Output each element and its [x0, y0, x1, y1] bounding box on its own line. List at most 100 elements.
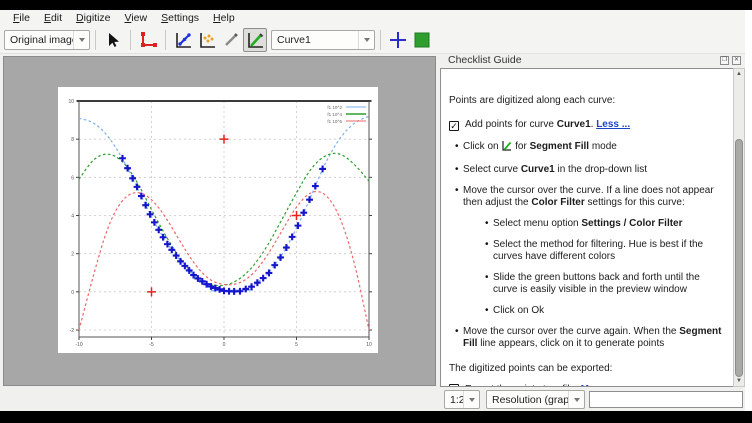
- status-value-field[interactable]: [589, 391, 743, 408]
- point-style-indicator: [386, 28, 410, 52]
- checklist-text-segment: Move the cursor over the curve again. Wh…: [463, 326, 679, 337]
- digitized-point-marker: [129, 175, 136, 182]
- scrollbar-thumb[interactable]: [735, 139, 743, 377]
- checklist-text-segment: Select menu option: [493, 218, 581, 229]
- checklist-text-segment: Slide the green buttons back and forth u…: [493, 272, 700, 295]
- scroll-up-icon[interactable]: ▲: [734, 69, 744, 79]
- toolbar-separator: [130, 30, 131, 50]
- bullet-icon: •: [485, 305, 493, 317]
- zoom-level-combo[interactable]: 1:2: [444, 390, 480, 409]
- checklist-text-segment: mode: [589, 141, 617, 152]
- digitized-point-marker: [155, 226, 162, 233]
- checklist-text: •Click on Ok: [449, 305, 725, 317]
- checklist-text-segment: The digitized points can be exported:: [449, 363, 612, 374]
- checklist-text: Points are digitized along each curve:: [449, 95, 725, 107]
- digitized-point-marker: [124, 165, 131, 172]
- svg-text:-2: -2: [70, 328, 75, 334]
- checklist-scrollbar[interactable]: ▲ ▼: [733, 68, 745, 387]
- checklist-text: •Move the cursor over the curve. If a li…: [449, 185, 725, 209]
- bullet-icon: •: [455, 141, 463, 153]
- checklist-text: •Move the cursor over the curve again. W…: [449, 326, 725, 350]
- toolbar-separator: [165, 30, 166, 50]
- digitized-point-marker: [142, 202, 149, 209]
- menu-view[interactable]: View: [118, 11, 155, 25]
- digitized-point-marker: [283, 244, 290, 251]
- toolbar: Original image: [0, 26, 745, 54]
- point-match-tool-button[interactable]: [195, 28, 219, 52]
- digitized-point-marker: [151, 219, 158, 226]
- color-picker-icon: [221, 30, 241, 50]
- axis-point-marker: [147, 287, 156, 296]
- svg-text:-10: -10: [75, 342, 82, 348]
- checklist-text-segment: line appears, click on it to generate po…: [477, 338, 664, 349]
- digitized-point-marker: [134, 183, 141, 190]
- checklist-guide-content: Points are digitized along each curve:✓A…: [440, 68, 734, 387]
- checklist-text-segment: Select curve: [463, 164, 521, 175]
- close-panel-icon[interactable]: ✕: [732, 56, 741, 65]
- checklist-text-segment: Select the method for filtering. Hue is …: [493, 239, 703, 262]
- svg-text:10: 10: [68, 99, 74, 105]
- digitized-point-marker: [248, 283, 255, 290]
- toolbar-separator: [380, 30, 381, 50]
- checked-checkbox-icon[interactable]: ✓: [449, 121, 459, 131]
- screenshot-root: File Edit Digitize View Settings Help Or…: [0, 0, 752, 423]
- point-match-icon: [197, 30, 217, 50]
- checklist-link[interactable]: Less ...: [596, 119, 630, 130]
- checklist-text-segment: settings for this curve:: [585, 197, 685, 208]
- segment-fill-icon: [245, 30, 265, 50]
- menu-bar: File Edit Digitize View Settings Help: [0, 10, 745, 26]
- background-selector-combo[interactable]: Original image: [4, 30, 90, 50]
- checklist-text: •Select curve Curve1 in the drop-down li…: [449, 164, 725, 176]
- legend-label: f1 10^2: [327, 105, 342, 110]
- status-view-value: Resolution (graph):: [487, 394, 568, 406]
- checklist-text: •Click on for Segment Fill mode: [449, 140, 725, 155]
- svg-text:5: 5: [295, 342, 298, 348]
- svg-text:10: 10: [366, 342, 372, 348]
- line-style-indicator: [410, 28, 434, 52]
- svg-text:4: 4: [71, 214, 74, 220]
- menu-digitize[interactable]: Digitize: [69, 11, 117, 25]
- digitized-point-marker: [306, 196, 313, 203]
- axis-point-icon: [138, 30, 158, 50]
- curve-selector-value: Curve1: [272, 34, 358, 46]
- menu-help[interactable]: Help: [206, 11, 242, 25]
- checklist-text-segment: Click on Ok: [493, 305, 544, 316]
- color-picker-tool-button[interactable]: [219, 28, 243, 52]
- digitized-point-marker: [277, 254, 284, 261]
- svg-text:0: 0: [71, 290, 74, 296]
- checklist-text-segment: Color Filter: [531, 197, 584, 208]
- toolbar-separator: [95, 30, 96, 50]
- menu-settings[interactable]: Settings: [154, 11, 206, 25]
- zoom-level-value: 1:2: [445, 394, 463, 406]
- legend-label: f1 10^4: [327, 112, 342, 117]
- scroll-down-icon[interactable]: ▼: [734, 376, 744, 386]
- checklist-text: •Select the method for filtering. Hue is…: [449, 239, 725, 263]
- curve-point-tool-button[interactable]: [171, 28, 195, 52]
- digitized-point-marker: [295, 222, 302, 229]
- checklist-text: •Select menu option Settings / Color Fil…: [449, 218, 725, 230]
- svg-text:-5: -5: [149, 342, 154, 348]
- checklist-text-segment: in the drop-down list: [555, 164, 647, 175]
- curve-selector-combo[interactable]: Curve1: [271, 30, 375, 50]
- segment-fill-icon: [501, 140, 512, 155]
- checklist-text-segment: Points are digitized along each curve:: [449, 95, 615, 106]
- digitized-point-marker: [231, 288, 238, 295]
- menu-file[interactable]: File: [6, 11, 37, 25]
- checklist-guide-titlebar: Checklist Guide ❐ ✕: [440, 52, 745, 68]
- axis-point-tool-button[interactable]: [136, 28, 160, 52]
- checklist-text-segment: Click on: [463, 141, 501, 152]
- bottom-black-bar: [0, 411, 752, 423]
- float-panel-icon[interactable]: ❐: [720, 56, 729, 65]
- digitized-chart[interactable]: -10-505101086420-2f1 10^2f1 10^4f1 10^5: [58, 87, 378, 353]
- select-tool-button[interactable]: [101, 28, 125, 52]
- background-selector-value: Original image: [5, 34, 73, 46]
- checklist-text-segment: Curve1: [557, 119, 591, 130]
- status-bar: 1:2 Resolution (graph):: [0, 387, 745, 411]
- blue-cross-icon: [389, 31, 407, 49]
- chevron-down-icon: [358, 31, 374, 49]
- bullet-icon: •: [485, 239, 493, 251]
- status-view-combo[interactable]: Resolution (graph):: [486, 390, 585, 409]
- menu-edit[interactable]: Edit: [37, 11, 69, 25]
- graph-image[interactable]: -10-505101086420-2f1 10^2f1 10^4f1 10^5: [58, 87, 378, 353]
- segment-fill-tool-button[interactable]: [243, 28, 267, 52]
